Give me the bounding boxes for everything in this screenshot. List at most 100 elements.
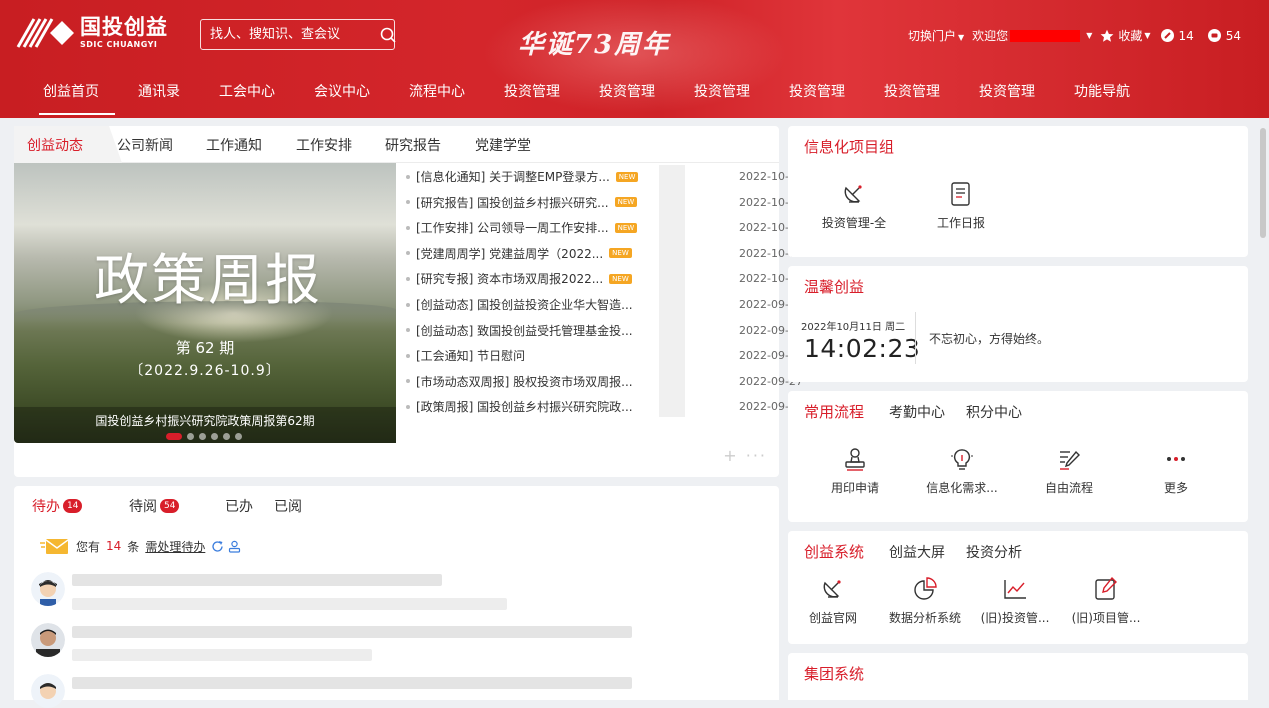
scrollbar-thumb[interactable] xyxy=(1260,128,1266,238)
nav-contacts[interactable]: 通讯录 xyxy=(138,82,180,114)
redacted-todo-meta xyxy=(72,598,507,610)
news-carousel[interactable]: 政策周报 第 62 期 〔2022.9.26-10.9〕 国投创益乡村振兴研究院… xyxy=(14,163,396,443)
nav-investment-3[interactable]: 投资管理 xyxy=(694,82,750,114)
news-title[interactable]: [工作安排] 公司领导一周工作安排... xyxy=(416,219,609,236)
news-title[interactable]: [市场动态双周报] 股权投资市场双周报... xyxy=(416,373,633,390)
carousel-dot[interactable] xyxy=(187,433,194,440)
news-item[interactable]: [政策周报] 国投创益乡村振兴研究院政... 2022-09-26 xyxy=(404,394,803,419)
tab-attendance[interactable]: 考勤中心 xyxy=(889,402,945,422)
news-item[interactable]: [信息化通知] 关于调整EMP登录方... NEW 2022-10-11 xyxy=(404,164,803,189)
news-item[interactable]: [创益动态] 致国投创益受托管理基金投... 2022-09-29 xyxy=(404,318,803,343)
tab-chuangyi-systems[interactable]: 创益系统 xyxy=(804,541,864,562)
tab-to-read[interactable]: 待阅 54 xyxy=(129,496,180,516)
app-investment-all[interactable]: 投资管理-全 xyxy=(809,179,899,231)
nav-investment-1[interactable]: 投资管理 xyxy=(504,82,560,114)
system-data-analysis[interactable]: 数据分析系统 xyxy=(880,574,970,626)
bullet-icon xyxy=(406,276,410,281)
carousel-dot[interactable] xyxy=(211,433,218,440)
tab-read[interactable]: 已阅 xyxy=(274,496,302,516)
bullet-icon xyxy=(406,404,410,409)
lightbulb-icon xyxy=(917,444,1007,474)
user-icon[interactable] xyxy=(228,540,241,553)
todo-count-link[interactable]: 14 xyxy=(1160,29,1194,43)
flow-it-request[interactable]: 信息化需求... xyxy=(917,444,1007,496)
tab-party-school[interactable]: 党建学堂 xyxy=(475,135,531,155)
news-title[interactable]: [政策周报] 国投创益乡村振兴研究院政... xyxy=(416,398,633,415)
slide-date: 〔2022.9.26-10.9〕 xyxy=(129,363,281,379)
tab-todo[interactable]: 待办 14 xyxy=(32,496,83,516)
user-toolbar: 切换门户 ▼ 欢迎您 ▼ 收藏 ▼ 14 54 xyxy=(908,27,1241,44)
refresh-icon[interactable] xyxy=(211,540,224,553)
company-logo[interactable]: 国投创益 SDIC CHUANGYI xyxy=(16,17,168,49)
nav-investment-5[interactable]: 投资管理 xyxy=(884,82,940,114)
news-title[interactable]: [工会通知] 节日慰问 xyxy=(416,347,525,364)
tab-company-news[interactable]: 公司新闻 xyxy=(117,135,173,155)
it-group-title: 信息化项目组 xyxy=(804,138,895,156)
nav-investment-2[interactable]: 投资管理 xyxy=(599,82,655,114)
news-item[interactable]: [工作安排] 公司领导一周工作安排... NEW 2022-10-09 xyxy=(404,215,803,240)
nav-investment-4[interactable]: 投资管理 xyxy=(789,82,845,114)
bullet-icon xyxy=(406,225,410,230)
favorites-menu[interactable]: 收藏 ▼ xyxy=(1100,27,1151,44)
news-item[interactable]: [党建周周学] 党建益周学（2022... NEW 2022-10-08 xyxy=(404,241,803,266)
switch-portal-link[interactable]: 切换门户 ▼ xyxy=(908,27,964,44)
nav-meeting-center[interactable]: 会议中心 xyxy=(314,82,370,114)
news-item[interactable]: [工会通知] 节日慰问 2022-09-28 xyxy=(404,343,803,368)
page-scrollbar[interactable] xyxy=(1259,120,1267,698)
news-title[interactable]: [创益动态] 国投创益投资企业华大智造... xyxy=(416,296,633,313)
pending-todo-link[interactable]: 需处理待办 xyxy=(145,538,205,555)
flow-seal-apply[interactable]: 用印申请 xyxy=(810,444,900,496)
news-title[interactable]: [研究专报] 资本市场双周报2022... xyxy=(416,270,603,287)
tab-points[interactable]: 积分中心 xyxy=(966,402,1022,422)
news-card: 创益动态 公司新闻 工作通知 工作安排 研究报告 党建学堂 政策周报 第 62 … xyxy=(14,126,803,477)
app-work-daily[interactable]: 工作日报 xyxy=(916,179,1006,231)
system-old-investment[interactable]: (旧)投资管... xyxy=(970,574,1060,626)
switch-portal-label: 切换门户 xyxy=(908,29,957,43)
system-old-project[interactable]: (旧)项目管... xyxy=(1061,574,1151,626)
nav-function-guide[interactable]: 功能导航 xyxy=(1074,82,1130,114)
tab-todo-label: 待办 xyxy=(32,499,60,515)
search-box xyxy=(200,19,396,50)
carousel-dot[interactable] xyxy=(199,433,206,440)
flow-label: 用印申请 xyxy=(830,481,879,495)
news-item[interactable]: [市场动态双周报] 股权投资市场双周报... 2022-09-27 xyxy=(404,369,803,394)
tab-research-report[interactable]: 研究报告 xyxy=(385,135,441,155)
new-badge: NEW xyxy=(609,273,632,284)
tab-work-notice[interactable]: 工作通知 xyxy=(206,135,262,155)
user-menu-chevron-icon[interactable]: ▼ xyxy=(1086,31,1092,40)
tab-chuangyi-news[interactable]: 创益动态 xyxy=(27,135,83,155)
flow-more[interactable]: 更多 xyxy=(1131,444,1221,496)
tab-done[interactable]: 已办 xyxy=(225,496,253,516)
tab-work-schedule[interactable]: 工作安排 xyxy=(296,135,352,155)
search-icon[interactable] xyxy=(380,20,396,49)
system-official-site[interactable]: 创益官网 xyxy=(788,574,878,626)
search-input[interactable] xyxy=(201,20,380,49)
group-systems-title: 集团系统 xyxy=(804,665,865,683)
nav-process-center[interactable]: 流程中心 xyxy=(409,82,465,114)
nav-union-center[interactable]: 工会中心 xyxy=(219,82,275,114)
seal-stamp-icon xyxy=(810,444,900,474)
news-title[interactable]: [信息化通知] 关于调整EMP登录方... xyxy=(416,168,610,185)
tab-investment-analysis[interactable]: 投资分析 xyxy=(966,542,1022,562)
flow-free-process[interactable]: 自由流程 xyxy=(1024,444,1114,496)
todo-summary-prefix: 您有 xyxy=(76,539,101,554)
carousel-dot[interactable] xyxy=(223,433,230,440)
news-title[interactable]: [党建周周学] 党建益周学（2022... xyxy=(416,245,603,262)
tab-common-flows[interactable]: 常用流程 xyxy=(804,401,864,422)
carousel-dot[interactable] xyxy=(235,433,242,440)
carousel-dot[interactable] xyxy=(166,433,182,440)
news-item[interactable]: [研究报告] 国投创益乡村振兴研究... NEW 2022-10-10 xyxy=(404,190,803,215)
tab-big-screen[interactable]: 创益大屏 xyxy=(889,542,945,562)
avatar xyxy=(31,572,65,606)
news-item[interactable]: [创益动态] 国投创益投资企业华大智造... 2022-09-29 xyxy=(404,292,803,317)
news-title[interactable]: [创益动态] 致国投创益受托管理基金投... xyxy=(416,322,633,339)
nav-home[interactable]: 创益首页 xyxy=(39,82,115,115)
message-count-link[interactable]: 54 xyxy=(1207,29,1241,43)
nav-investment-6[interactable]: 投资管理 xyxy=(979,82,1035,114)
warm-card: 温馨创益 2022年10月11日 周二 14:02:23 不忘初心，方得始终。 xyxy=(788,266,1248,382)
news-tabs: 创益动态 公司新闻 工作通知 工作安排 研究报告 党建学堂 xyxy=(14,126,779,163)
news-title[interactable]: [研究报告] 国投创益乡村振兴研究... xyxy=(416,194,609,211)
news-item[interactable]: [研究专报] 资本市场双周报2022... NEW 2022-10-08 xyxy=(404,266,803,291)
flow-label: 更多 xyxy=(1163,481,1188,495)
news-more-tools[interactable]: + ··· xyxy=(723,446,767,465)
